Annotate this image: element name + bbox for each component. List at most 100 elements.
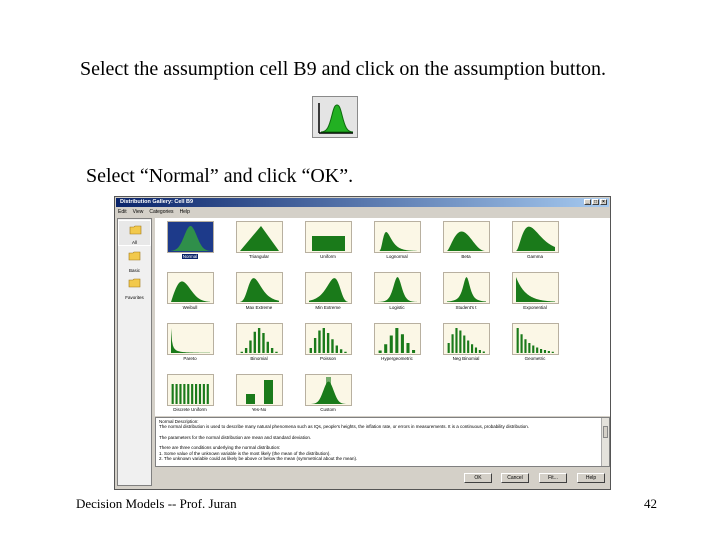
distribution-yesno[interactable]: Yes-No: [228, 374, 290, 416]
distribution-gallery-dialog: Distribution Gallery: Cell B9 _ □ × Edit…: [114, 196, 611, 490]
pareto-distribution-icon: [171, 328, 210, 353]
distribution-lognormal[interactable]: Lognormal: [366, 221, 428, 263]
distribution-thumbnail: [167, 272, 214, 304]
weibull-distribution-icon: [171, 281, 210, 302]
folder-icon: [128, 278, 141, 288]
distribution-label: Logistic: [389, 305, 405, 310]
minext-distribution-icon: [309, 278, 348, 302]
close-icon[interactable]: ×: [600, 199, 607, 205]
distribution-label: Student's t: [455, 305, 477, 310]
distribution-weibull[interactable]: Weibull: [159, 272, 221, 314]
custom-distribution-icon: [309, 377, 348, 404]
description-panel: Normal Description: The normal distributi…: [155, 417, 610, 467]
sidebar-item-label: All: [131, 240, 137, 245]
distribution-beta[interactable]: Beta: [435, 221, 497, 263]
distribution-pareto[interactable]: Pareto: [159, 323, 221, 365]
distribution-geometric[interactable]: Geometric: [504, 323, 566, 365]
distribution-student[interactable]: Student's t: [435, 272, 497, 314]
distribution-label: Poisson: [319, 356, 336, 361]
description-line: 2. The unknown variable could as likely …: [159, 456, 358, 462]
distribution-custom[interactable]: Custom: [297, 374, 359, 416]
sidebar-item-all[interactable]: All: [118, 220, 151, 246]
binomial-distribution-icon: [240, 328, 278, 353]
category-sidebar: All Basic Favorites: [117, 218, 152, 486]
discuniform-distribution-icon: [171, 384, 209, 404]
distribution-gallery: Normal Triangular Uniform Lognormal Beta…: [155, 218, 610, 416]
distribution-thumbnail: [512, 323, 559, 355]
footer-author: Decision Models -- Prof. Juran: [76, 496, 237, 511]
page-number: 42: [644, 496, 657, 511]
distribution-thumbnail: [305, 374, 352, 406]
distribution-logistic[interactable]: Logistic: [366, 272, 428, 314]
distribution-thumbnail: [374, 272, 421, 304]
menu-categories[interactable]: Categories: [149, 208, 173, 216]
sidebar-item-basic[interactable]: Basic: [118, 247, 151, 273]
distribution-exponential[interactable]: Exponential: [504, 272, 566, 314]
hypergeo-distribution-icon: [378, 328, 416, 353]
distribution-label: Max Extreme: [245, 305, 273, 310]
dialog-title-text: Distribution Gallery: Cell B9: [120, 199, 194, 205]
gamma-distribution-icon: [516, 226, 555, 251]
geometric-distribution-icon: [516, 328, 554, 353]
distribution-poisson[interactable]: Poisson: [297, 323, 359, 365]
distribution-label: Pareto: [183, 356, 197, 361]
maximize-icon[interactable]: □: [592, 199, 599, 205]
distribution-thumbnail: [236, 323, 283, 355]
assumption-button[interactable]: [312, 96, 358, 138]
distribution-label: Binomial: [250, 356, 268, 361]
cancel-button[interactable]: Cancel: [501, 473, 529, 483]
negbin-distribution-icon: [447, 328, 485, 353]
triangular-distribution-icon: [240, 226, 279, 251]
distribution-label: Lognormal: [386, 254, 408, 259]
distribution-discuniform[interactable]: Discrete Uniform: [159, 374, 221, 416]
distribution-label: Min Extreme: [315, 305, 341, 310]
sidebar-item-label: Basic: [128, 268, 140, 273]
menu-edit[interactable]: Edit: [118, 208, 127, 216]
distribution-label: Exponential: [523, 305, 547, 310]
distribution-hypergeo[interactable]: Hypergeometric: [366, 323, 428, 365]
distribution-binomial[interactable]: Binomial: [228, 323, 290, 365]
minimize-icon[interactable]: _: [584, 199, 591, 205]
distribution-label: Weibull: [182, 305, 198, 310]
distribution-thumbnail: [443, 272, 490, 304]
menu-help[interactable]: Help: [180, 208, 190, 216]
help-button[interactable]: Help: [577, 473, 605, 483]
lognormal-distribution-icon: [378, 232, 417, 251]
ok-button[interactable]: OK: [464, 473, 492, 483]
menu-view[interactable]: View: [133, 208, 144, 216]
distribution-label: Geometric: [524, 356, 546, 361]
distribution-thumbnail: [512, 221, 559, 253]
distribution-thumbnail: [167, 323, 214, 355]
sidebar-item-label: Favorites: [125, 295, 144, 300]
student-distribution-icon: [447, 277, 486, 302]
sidebar-item-favorites[interactable]: Favorites: [118, 274, 151, 300]
distribution-maxext[interactable]: Max Extreme: [228, 272, 290, 314]
distribution-label: Hypergeometric: [381, 356, 413, 361]
distribution-label: Gamma: [526, 254, 543, 259]
distribution-thumbnail: [512, 272, 559, 304]
fit-button[interactable]: Fit...: [539, 473, 567, 483]
distribution-normal[interactable]: Normal: [159, 221, 221, 263]
distribution-label: Beta: [461, 254, 471, 259]
distribution-uniform[interactable]: Uniform: [297, 221, 359, 263]
distribution-thumbnail: [167, 374, 214, 406]
distribution-label: Uniform: [320, 254, 336, 259]
distribution-negbin[interactable]: Neg Binomial: [435, 323, 497, 365]
distribution-thumbnail: [374, 221, 421, 253]
poisson-distribution-icon: [309, 328, 347, 353]
distribution-thumbnail: [236, 374, 283, 406]
description-scrollbar[interactable]: [601, 418, 609, 466]
distribution-triangular[interactable]: Triangular: [228, 221, 290, 263]
distribution-thumbnail: [236, 221, 283, 253]
distribution-label: Custom: [320, 407, 336, 412]
distribution-minext[interactable]: Min Extreme: [297, 272, 359, 314]
distribution-gamma[interactable]: Gamma: [504, 221, 566, 263]
distribution-thumbnail: [236, 272, 283, 304]
instruction-text-1: Select the assumption cell B9 and click …: [80, 58, 607, 80]
folder-icon: [128, 251, 141, 261]
maxext-distribution-icon: [240, 278, 279, 302]
normal-distribution-icon: [171, 226, 210, 251]
distribution-label: Discrete Uniform: [173, 407, 207, 412]
beta-distribution-icon: [447, 231, 486, 251]
distribution-thumbnail: [305, 272, 352, 304]
